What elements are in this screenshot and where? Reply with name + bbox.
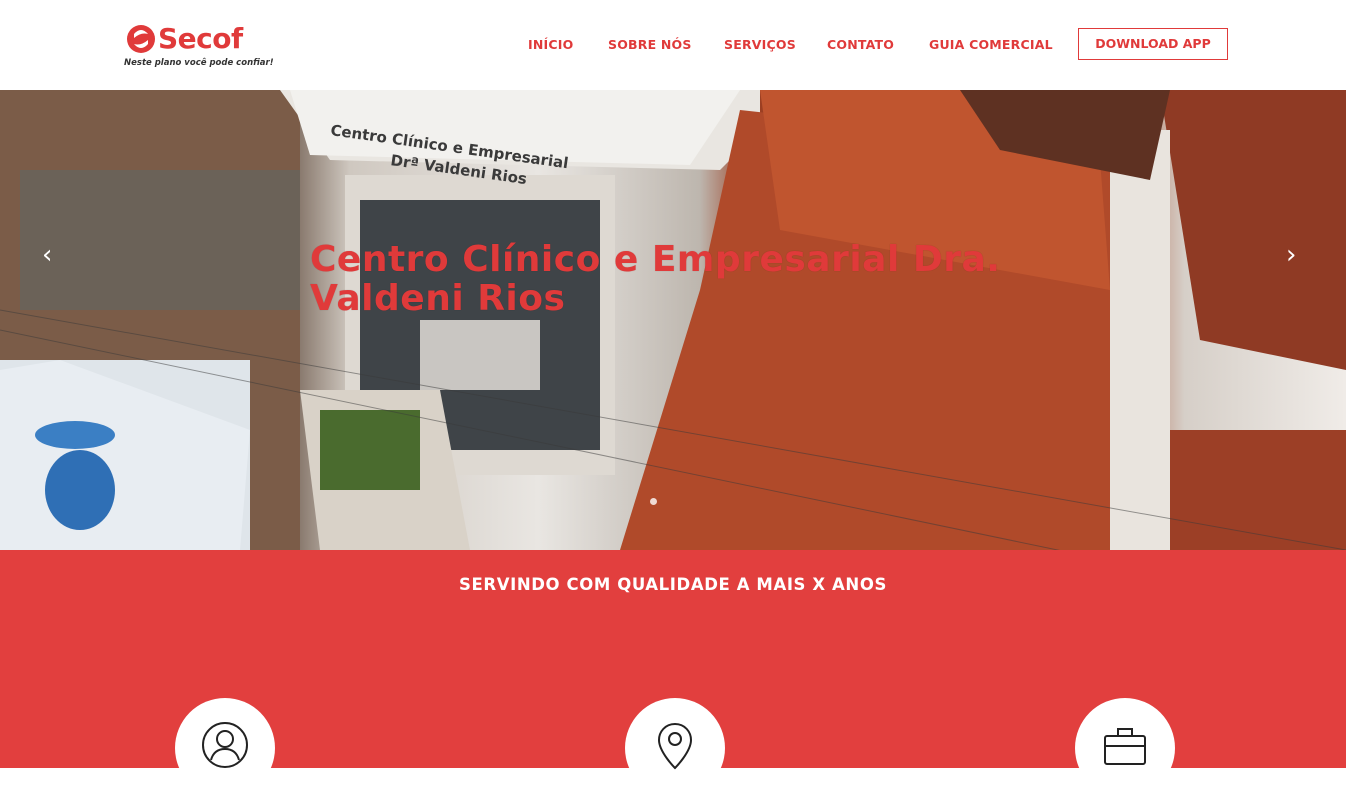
hero-slider: Centro Clínico e Empresarial Drª Valdeni…: [0, 90, 1346, 550]
main-nav: INÍCIO SOBRE NÓS SERVIÇOS CONTATO GUIA C…: [0, 0, 1346, 90]
slider-dot[interactable]: [650, 498, 657, 505]
slider-next-button[interactable]: ›: [1286, 240, 1296, 270]
features-heading: SERVINDO COM QUALIDADE A MAIS X ANOS: [459, 575, 887, 594]
features-band: SERVINDO COM QUALIDADE A MAIS X ANOS: [0, 550, 1346, 798]
briefcase-icon: [1104, 728, 1146, 765]
nav-item-sobre-nos[interactable]: SOBRE NÓS: [608, 37, 692, 52]
nav-item-contato[interactable]: CONTATO: [827, 37, 894, 52]
map-pin-icon: [657, 722, 693, 770]
nav-item-inicio[interactable]: INÍCIO: [528, 37, 573, 52]
slider-prev-button[interactable]: ‹: [42, 240, 52, 270]
hero-photo: Centro Clínico e Empresarial Drª Valdeni…: [0, 90, 1346, 550]
feature-location-circle: [625, 698, 725, 798]
feature-business-circle: [1075, 698, 1175, 798]
feature-user-circle: [175, 698, 275, 798]
nav-item-servicos[interactable]: SERVIÇOS: [724, 37, 796, 52]
hero-title: Centro Clínico e Empresarial Dra. Valden…: [310, 239, 1001, 319]
user-icon: [202, 722, 248, 768]
site-header: Secof Neste plano você pode confiar! INÍ…: [0, 0, 1346, 90]
nav-item-guia-comercial[interactable]: GUIA COMERCIAL: [929, 37, 1053, 52]
download-app-button[interactable]: DOWNLOAD APP: [1078, 28, 1228, 60]
